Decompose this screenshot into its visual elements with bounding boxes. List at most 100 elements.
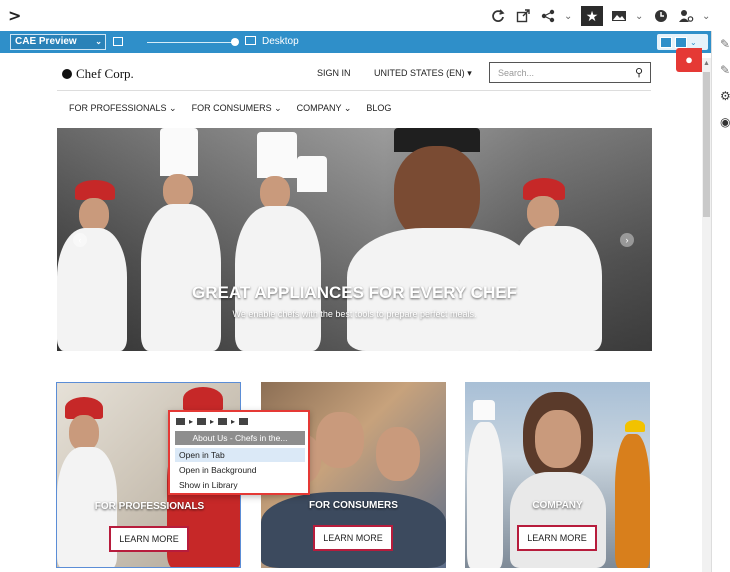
context-menu: ▸ ▸ ▸ About Us - Chefs in the... Open in… [168, 410, 310, 495]
card-title: COMPANY [532, 500, 583, 511]
chef-figure [527, 196, 559, 230]
scrollbar[interactable]: ▲ [702, 58, 711, 572]
image-menu-chevron-icon[interactable]: ⌄ [635, 11, 645, 22]
chef-figure [75, 180, 115, 200]
reload-icon[interactable] [489, 7, 507, 25]
header-divider [57, 90, 651, 91]
chef-figure [235, 206, 321, 351]
scrollbar-thumb[interactable] [703, 72, 710, 217]
gear-icon[interactable] [197, 418, 207, 425]
menu-item-open-in-tab[interactable]: Open in Tab [175, 448, 305, 462]
caret-down-icon: ▾ [467, 68, 472, 78]
user-menu-chevron-icon[interactable]: ⌄ [702, 11, 712, 22]
sign-in-link[interactable]: SIGN IN [317, 68, 351, 78]
history-icon[interactable] [652, 7, 670, 25]
carousel-prev-icon[interactable]: ‹ [73, 233, 87, 247]
preview-mode-select[interactable]: CAE Preview ⌄ [10, 34, 106, 50]
search-placeholder: Search... [498, 68, 535, 78]
person-figure [473, 400, 495, 420]
layout-split-icon[interactable] [660, 36, 672, 48]
nav-label: COMPANY [296, 103, 342, 113]
chef-figure [141, 204, 221, 351]
logo-mark-icon [62, 69, 72, 79]
hero-title: GREAT APPLIANCES FOR EVERY CHEF [192, 283, 517, 302]
card-company[interactable]: COMPANY LEARN MORE [465, 382, 650, 568]
preview-toolbar: CAE Preview ⌄ Desktop ⌄ [0, 31, 711, 53]
globe-icon[interactable]: ◉ [720, 115, 730, 129]
palette-icon[interactable]: ● [676, 48, 702, 72]
app-window: > ⌄ ★ ⌄ ⌄ CAE Preview ⌄ Desktop ⌄ ✎ ✎ ⚙ … [0, 0, 730, 572]
site-search-input[interactable]: Search... ⚲ [489, 62, 651, 83]
chef-figure [260, 176, 290, 210]
chef-figure [297, 156, 327, 192]
list-icon[interactable] [176, 418, 185, 425]
person-figure [316, 412, 364, 468]
chevron-down-icon: ⌄ [95, 37, 102, 46]
nav-item-company[interactable]: COMPANY ⌄ [297, 103, 352, 114]
card-title: FOR CONSUMERS [309, 500, 398, 511]
search-icon[interactable]: ⚲ [635, 66, 643, 79]
hero-subtitle: We enable chefs with the best tools to p… [232, 309, 477, 319]
main-nav: FOR PROFESSIONALS ⌄ FOR CONSUMERS ⌄ COMP… [69, 103, 391, 114]
preview-mode-value: CAE Preview [15, 36, 77, 47]
panel-toggle-icon[interactable] [113, 37, 123, 46]
menu-item-show-in-library[interactable]: Show in Library [175, 478, 305, 492]
list-icon[interactable] [218, 418, 228, 425]
open-external-icon[interactable] [514, 7, 532, 25]
chevron-down-icon: ⌄ [274, 103, 282, 113]
card-title: FOR PROFESSIONALS [94, 501, 205, 512]
person-figure [467, 422, 503, 568]
image-icon[interactable] [239, 418, 249, 425]
zoom-slider-thumb[interactable] [231, 38, 239, 46]
chef-figure [160, 128, 198, 176]
menu-item-open-in-background[interactable]: Open in Background [175, 463, 305, 477]
nav-label: BLOG [366, 103, 392, 113]
nav-item-professionals[interactable]: FOR PROFESSIONALS ⌄ [69, 103, 177, 114]
arrow-right-icon: ▸ [189, 417, 194, 426]
nav-item-consumers[interactable]: FOR CONSUMERS ⌄ [192, 103, 282, 114]
nav-label: FOR PROFESSIONALS [69, 103, 167, 113]
chevron-down-icon: ⌄ [343, 103, 352, 113]
person-figure [510, 472, 606, 568]
chef-figure [79, 198, 109, 232]
chef-figure [257, 132, 297, 178]
person-figure [376, 427, 420, 481]
edit-pencil-icon[interactable]: ✎ [720, 37, 730, 51]
chef-figure [183, 387, 223, 411]
chef-figure [69, 415, 99, 451]
bookmark-star-icon[interactable]: ★ [581, 6, 603, 26]
desktop-monitor-icon [245, 36, 256, 45]
nav-item-blog[interactable]: BLOG [366, 103, 391, 114]
chevron-down-icon: ⌄ [169, 103, 177, 113]
site-logo[interactable]: Chef Corp. [62, 66, 134, 82]
region-label: UNITED STATES (EN) [374, 68, 465, 78]
top-toolbar: > ⌄ ★ ⌄ ⌄ [0, 0, 730, 30]
share-menu-chevron-icon[interactable]: ⌄ [564, 11, 574, 22]
edit-pencil-icon[interactable]: ✎ [720, 63, 730, 77]
user-settings-icon[interactable] [677, 7, 695, 25]
nav-label: FOR CONSUMERS [191, 103, 272, 113]
chevron-down-icon[interactable]: ⌄ [690, 38, 697, 47]
device-label: Desktop [262, 36, 299, 47]
logo-text: Chef Corp. [76, 66, 134, 81]
context-menu-header: About Us - Chefs in the... [175, 431, 305, 445]
zoom-slider-track[interactable] [147, 42, 235, 43]
settings-gear-icon[interactable]: ⚙ [720, 89, 730, 103]
carousel-next-icon[interactable]: › [620, 233, 634, 247]
context-menu-toolbar: ▸ ▸ ▸ [176, 417, 249, 426]
person-figure [625, 420, 645, 432]
person-figure [535, 410, 581, 468]
arrow-right-icon: ▸ [231, 417, 236, 426]
scroll-up-icon[interactable]: ▲ [703, 60, 710, 67]
arrow-right-icon: ▸ [210, 417, 215, 426]
hero-banner[interactable]: ‹ › GREAT APPLIANCES FOR EVERY CHEF We e… [57, 128, 652, 351]
layout-preview-icon[interactable] [675, 36, 687, 48]
learn-more-button[interactable]: LEARN MORE [517, 525, 597, 551]
image-icon[interactable] [610, 7, 628, 25]
collapse-arrow-icon[interactable]: > [8, 6, 21, 25]
region-select[interactable]: UNITED STATES (EN) ▾ [374, 68, 472, 79]
learn-more-button[interactable]: LEARN MORE [109, 526, 189, 552]
share-icon[interactable] [539, 7, 557, 25]
site-preview: Chef Corp. SIGN IN UNITED STATES (EN) ▾ … [0, 53, 702, 572]
learn-more-button[interactable]: LEARN MORE [313, 525, 393, 551]
